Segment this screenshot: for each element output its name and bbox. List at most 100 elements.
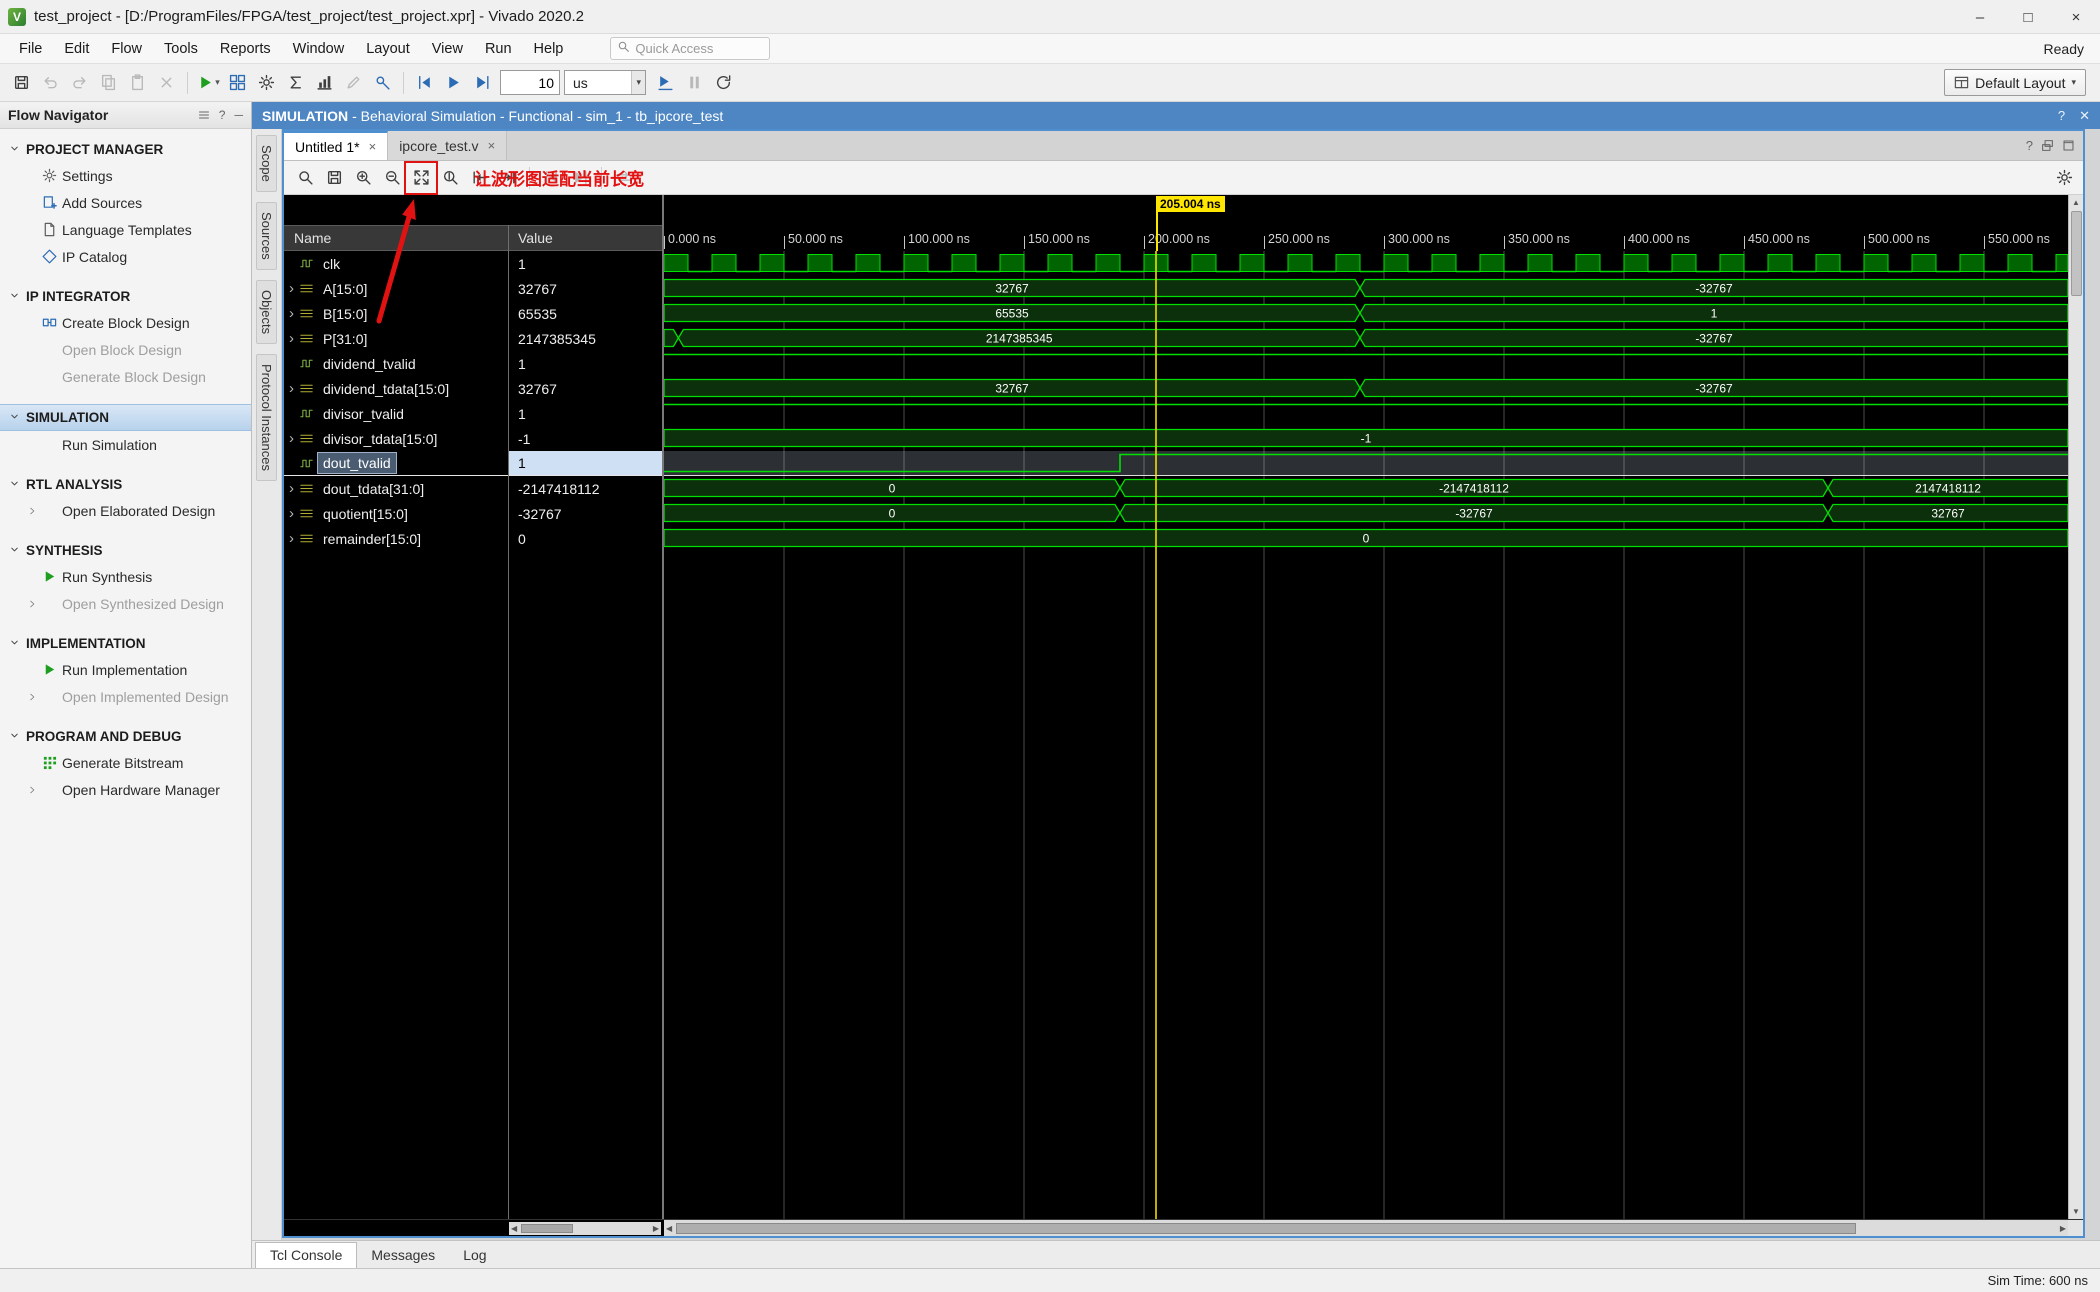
menu-tools[interactable]: Tools: [153, 34, 209, 63]
scroll-left-icon[interactable]: ◀: [664, 1224, 674, 1233]
menu-edit[interactable]: Edit: [53, 34, 100, 63]
nav-item-create-block-design[interactable]: Create Block Design: [0, 309, 251, 336]
run-for-time-button[interactable]: [652, 69, 679, 96]
value-column-header[interactable]: Value: [518, 230, 553, 246]
nav-section-simulation[interactable]: SIMULATION: [0, 404, 251, 431]
signal-row-dout-tvalid[interactable]: dout_tvalid 1: [284, 451, 662, 476]
side-tab-sources[interactable]: Sources: [256, 201, 277, 270]
nav-item-generate-bitstream[interactable]: Generate Bitstream: [0, 749, 251, 776]
signal-row-a-15-0[interactable]: › A[15:0] 32767: [284, 276, 662, 301]
nav-section-program-and-debug[interactable]: PROGRAM AND DEBUG: [0, 724, 251, 749]
signal-value[interactable]: 2147385345: [509, 326, 662, 351]
signal-value[interactable]: 32767: [509, 376, 662, 401]
signal-value[interactable]: 0: [509, 526, 662, 551]
scroll-up-icon[interactable]: ▲: [2072, 195, 2080, 210]
menu-view[interactable]: View: [421, 34, 474, 63]
layout-selector[interactable]: Default Layout ▾: [1944, 69, 2086, 96]
menu-layout[interactable]: Layout: [355, 34, 421, 63]
help-icon[interactable]: ?: [2058, 108, 2065, 123]
wave-hscrollbar[interactable]: ◀ ▶: [664, 1220, 2068, 1236]
signal-row-divisor-tvalid[interactable]: divisor_tvalid 1: [284, 401, 662, 426]
signal-name[interactable]: quotient[15:0]: [318, 504, 413, 524]
nav-item-settings[interactable]: Settings: [0, 162, 251, 189]
expand-icon[interactable]: ›: [284, 481, 299, 496]
nav-item-run-implementation[interactable]: Run Implementation: [0, 656, 251, 683]
menu-window[interactable]: Window: [282, 34, 356, 63]
nav-item-open-hardware-manager[interactable]: Open Hardware Manager: [0, 776, 251, 803]
zoom-out-button[interactable]: [379, 165, 405, 191]
find-button[interactable]: [292, 165, 318, 191]
signal-name[interactable]: divisor_tdata[15:0]: [318, 429, 442, 449]
zoom-fit-button[interactable]: [404, 160, 438, 195]
nav-item-run-simulation[interactable]: Run Simulation: [0, 431, 251, 458]
expand-icon[interactable]: ›: [284, 531, 299, 546]
signal-name[interactable]: dout_tvalid: [317, 452, 397, 474]
previous-transition-button[interactable]: [466, 165, 492, 191]
scrollbar-thumb[interactable]: [676, 1222, 1856, 1234]
scroll-right-icon[interactable]: ▶: [2058, 1224, 2068, 1233]
signal-name[interactable]: dividend_tvalid: [318, 354, 421, 374]
scroll-left-icon[interactable]: ◀: [509, 1224, 519, 1233]
signal-row-dividend-tdata-15-0[interactable]: › dividend_tdata[15:0] 32767: [284, 376, 662, 401]
nav-section-synthesis[interactable]: SYNTHESIS: [0, 538, 251, 563]
nav-item-ip-catalog[interactable]: IP Catalog: [0, 243, 251, 270]
menu-help[interactable]: Help: [523, 34, 575, 63]
signal-value[interactable]: 32767: [509, 276, 662, 301]
nav-section-rtl-analysis[interactable]: RTL ANALYSIS: [0, 472, 251, 497]
scroll-down-icon[interactable]: ▼: [2072, 1204, 2080, 1219]
signal-row-p-31-0[interactable]: › P[31:0] 2147385345: [284, 326, 662, 351]
signal-row-clk[interactable]: clk 1: [284, 251, 662, 276]
vertical-scrollbar[interactable]: ▲ ▼: [2068, 195, 2083, 1219]
nav-section-ip-integrator[interactable]: IP INTEGRATOR: [0, 284, 251, 309]
menu-file[interactable]: File: [8, 34, 53, 63]
next-transition-button[interactable]: [495, 165, 521, 191]
float-window-icon[interactable]: [2041, 139, 2054, 152]
side-tab-objects[interactable]: Objects: [256, 279, 277, 344]
help-icon[interactable]: ?: [219, 108, 226, 122]
bottom-tab-log[interactable]: Log: [449, 1243, 500, 1268]
signal-value[interactable]: -2147418112: [509, 476, 662, 501]
expand-icon[interactable]: ›: [284, 431, 299, 446]
wave-settings-button[interactable]: [2051, 165, 2077, 191]
time-ruler[interactable]: 0.000 ns 50.000 ns 100.000 ns 150.000 ns 200…: [664, 195, 2068, 251]
scroll-right-icon[interactable]: ▶: [651, 1224, 661, 1233]
expand-icon[interactable]: ›: [284, 506, 299, 521]
signal-row-quotient-15-0[interactable]: › quotient[15:0] -32767: [284, 501, 662, 526]
signal-name[interactable]: A[15:0]: [318, 279, 372, 299]
report-summary-button[interactable]: [282, 69, 309, 96]
signal-row-b-15-0[interactable]: › B[15:0] 65535: [284, 301, 662, 326]
signal-name[interactable]: dividend_tdata[15:0]: [318, 379, 454, 399]
relaunch-simulation-button[interactable]: [710, 69, 737, 96]
signal-name[interactable]: clk: [318, 254, 345, 274]
bottom-tab-messages[interactable]: Messages: [357, 1243, 449, 1268]
zoom-in-button[interactable]: [350, 165, 376, 191]
step-button[interactable]: [469, 69, 496, 96]
maximize-button[interactable]: □: [2004, 0, 2052, 34]
menu-run[interactable]: Run: [474, 34, 523, 63]
dashboard-button[interactable]: [224, 69, 251, 96]
expand-icon[interactable]: ›: [284, 306, 299, 321]
menu-icon[interactable]: [198, 109, 210, 121]
report-metrics-button[interactable]: [311, 69, 338, 96]
signal-name[interactable]: dout_tdata[31:0]: [318, 479, 429, 499]
run-button[interactable]: ▾: [195, 69, 222, 96]
signal-name[interactable]: P[31:0]: [318, 329, 372, 349]
time-unit-select[interactable]: us ▾: [564, 70, 646, 95]
run-all-button[interactable]: [440, 69, 467, 96]
nav-section-implementation[interactable]: IMPLEMENTATION: [0, 631, 251, 656]
close-tab-icon[interactable]: ×: [488, 138, 496, 153]
table-hscrollbar[interactable]: ◀ ▶: [509, 1221, 661, 1235]
help-icon[interactable]: ?: [2026, 138, 2033, 153]
scrollbar-thumb[interactable]: [2070, 211, 2082, 296]
minimize-button[interactable]: –: [1956, 0, 2004, 34]
nav-item-language-templates[interactable]: Language Templates: [0, 216, 251, 243]
signal-row-dividend-tvalid[interactable]: dividend_tvalid 1: [284, 351, 662, 376]
close-button[interactable]: ×: [2052, 0, 2100, 34]
expand-icon[interactable]: ›: [284, 331, 299, 346]
close-icon[interactable]: ✕: [2079, 108, 2090, 124]
side-tab-protocol-instances[interactable]: Protocol Instances: [256, 353, 277, 481]
sim-runtime-input[interactable]: [500, 70, 560, 95]
signal-row-remainder-15-0[interactable]: › remainder[15:0] 0: [284, 526, 662, 551]
cursor-time-flag[interactable]: 205.004 ns: [1156, 196, 1225, 212]
signal-value[interactable]: 1: [509, 351, 662, 376]
